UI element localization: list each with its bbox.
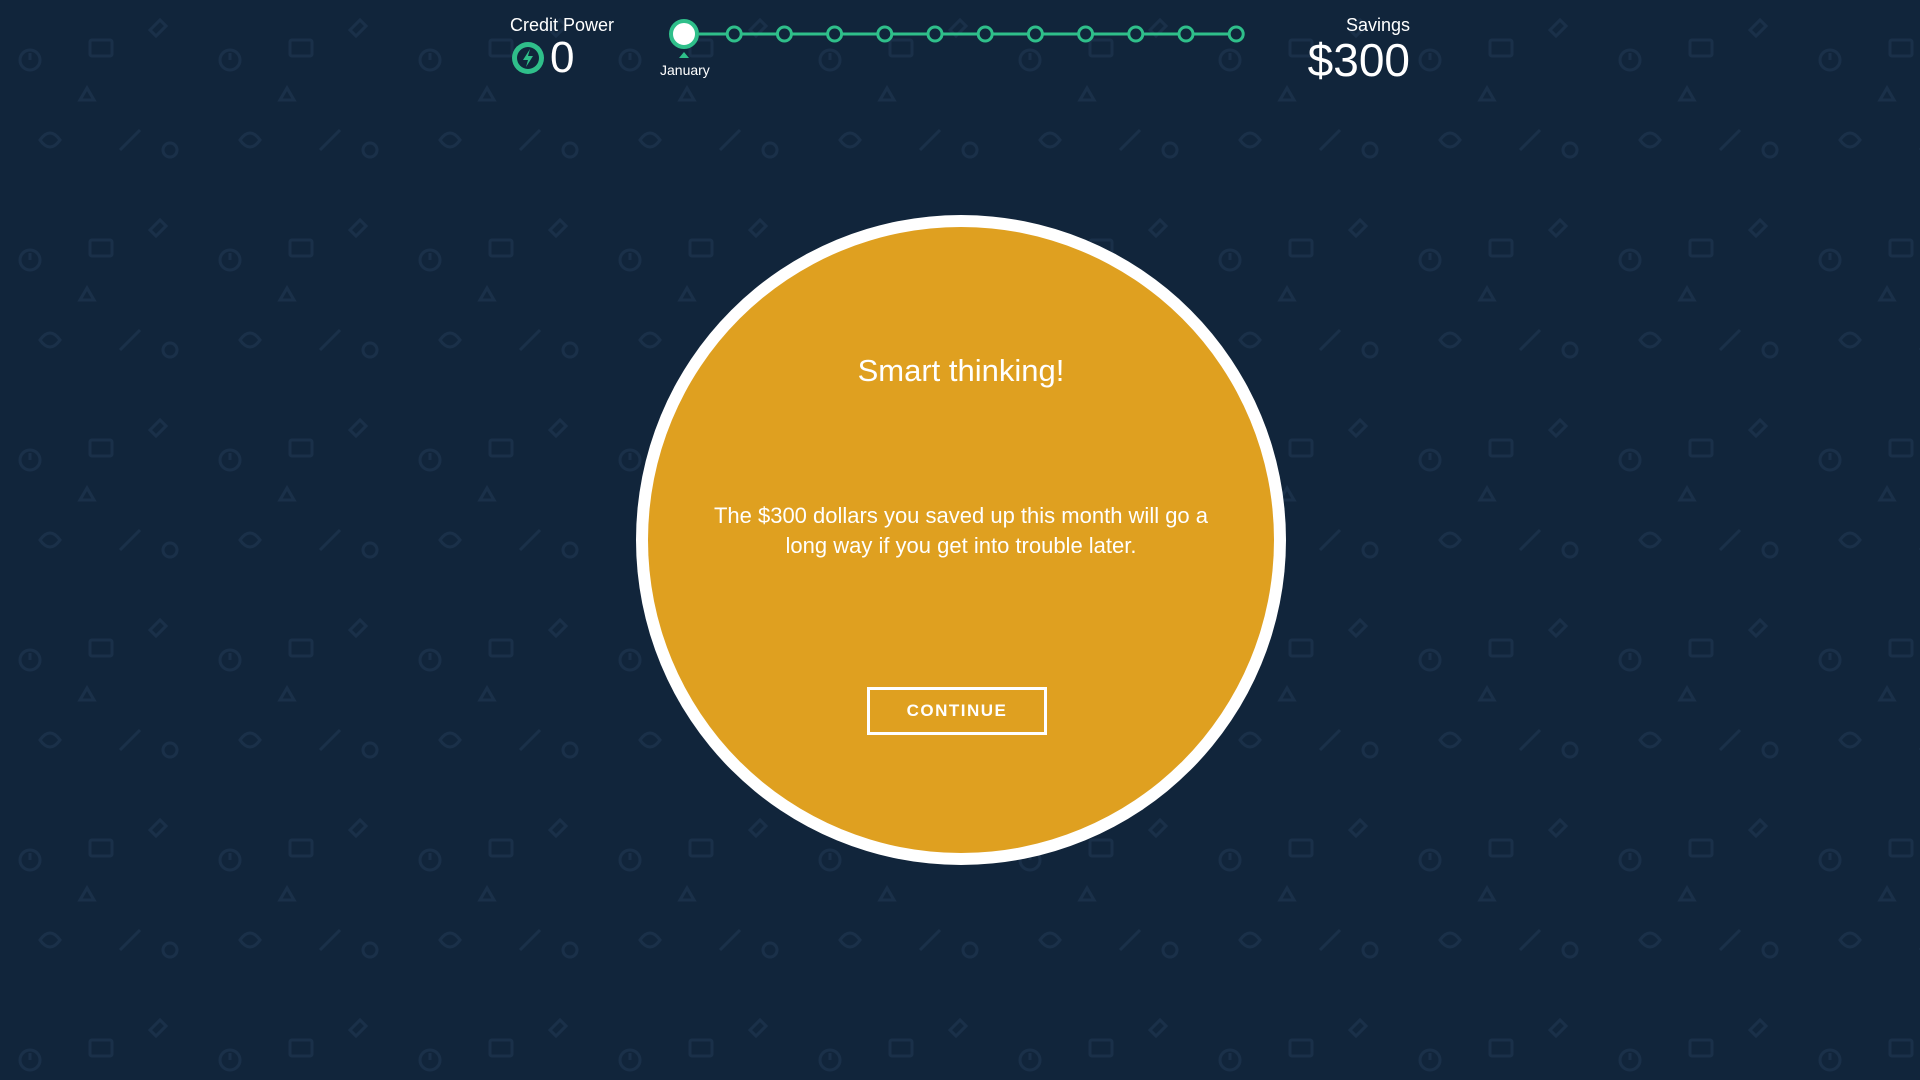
timeline-node — [826, 25, 844, 43]
timeline-node — [775, 25, 793, 43]
timeline-node — [1077, 25, 1095, 43]
current-month-label: January — [660, 62, 710, 78]
result-title: Smart thinking! — [857, 353, 1065, 388]
timeline-node — [1127, 25, 1145, 43]
savings-value: $300 — [1307, 34, 1410, 86]
timeline-node — [1177, 25, 1195, 43]
credit-power-value: 0 — [550, 33, 575, 82]
current-month-pointer — [679, 52, 689, 58]
month-timeline: January — [660, 14, 1260, 84]
timeline-node — [976, 25, 994, 43]
timeline-node — [725, 25, 743, 43]
lightning-bolt-icon — [510, 40, 546, 76]
continue-button[interactable]: CONTINUE — [867, 687, 1047, 735]
timeline-node — [1026, 25, 1044, 43]
result-modal-fill: Smart thinking! The $300 dollars you sav… — [648, 227, 1274, 853]
credit-power-row: 0 — [510, 36, 614, 80]
result-message: The $300 dollars you saved up this month… — [713, 503, 1209, 558]
result-modal: Smart thinking! The $300 dollars you sav… — [636, 215, 1286, 865]
savings-panel: Savings $300 — [1308, 14, 1410, 84]
timeline-node — [926, 25, 944, 43]
timeline-track — [669, 19, 1245, 58]
savings-label: Savings — [1345, 15, 1410, 35]
timeline-node — [1227, 25, 1245, 43]
credit-power-panel: Credit Power 0 — [510, 14, 614, 80]
timeline-node-current — [669, 19, 699, 49]
timeline-node — [876, 25, 894, 43]
